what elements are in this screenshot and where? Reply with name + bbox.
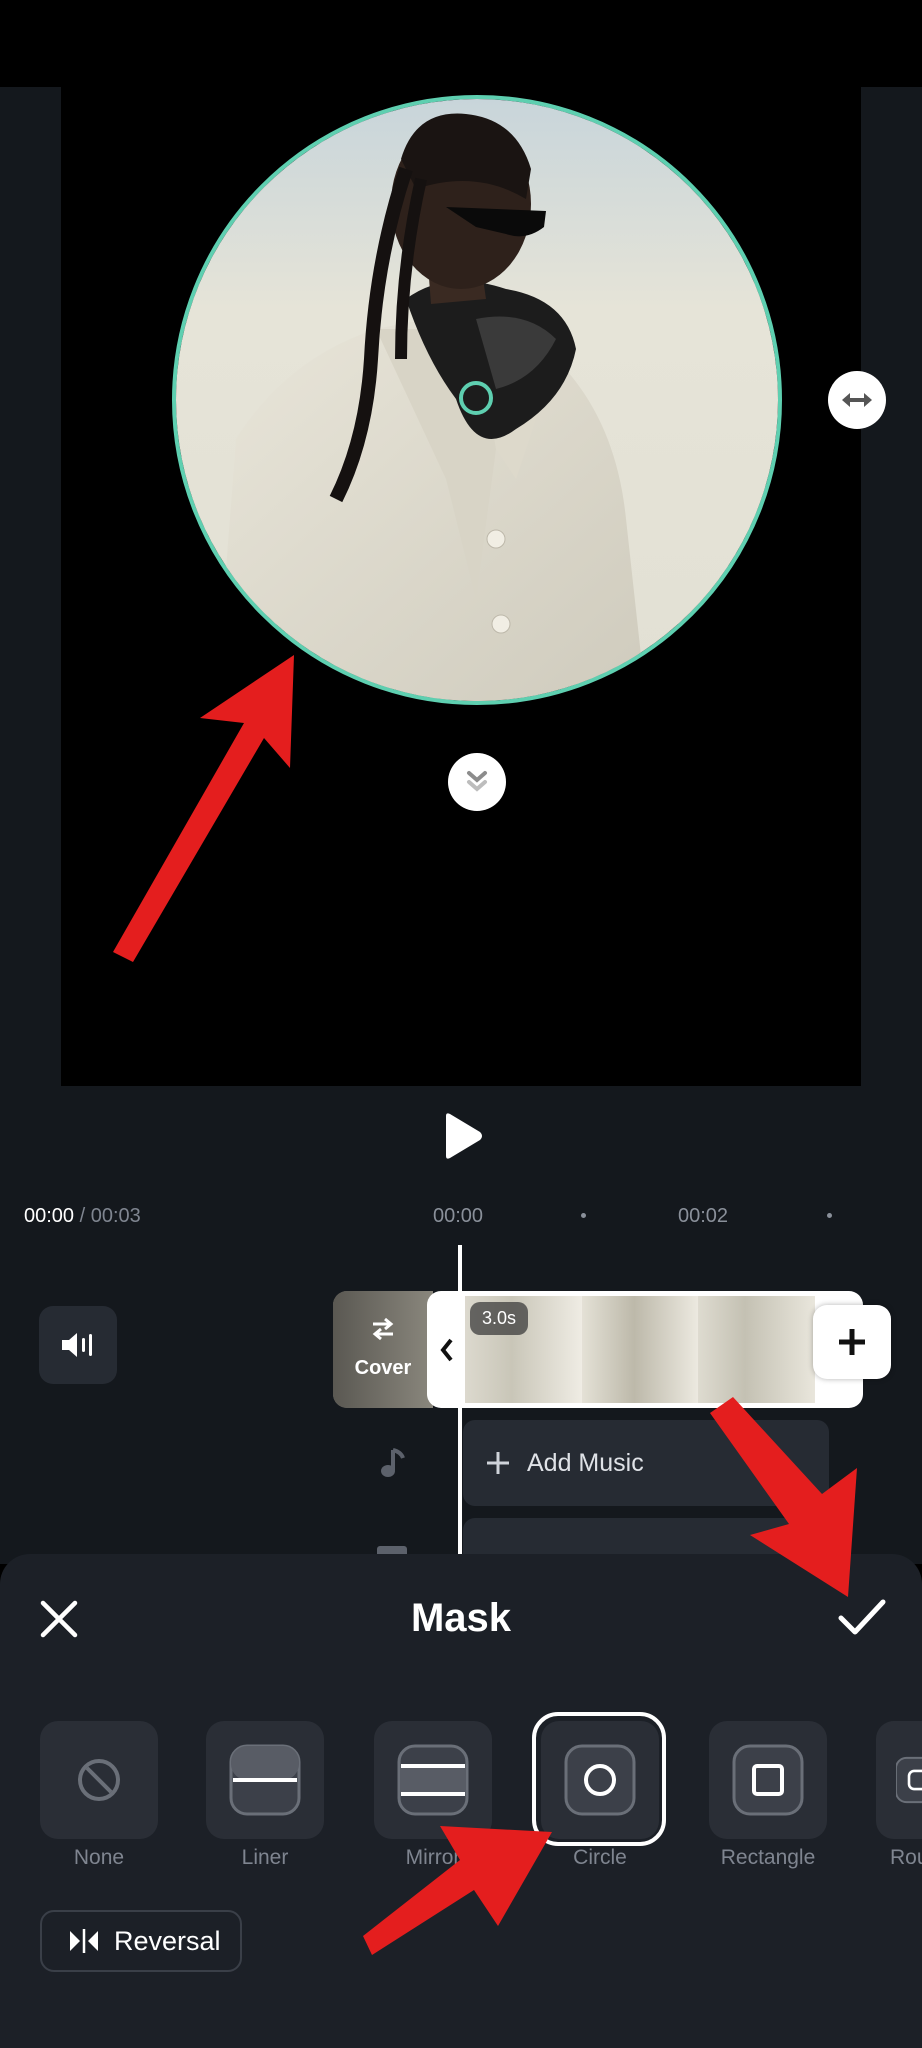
annotation-arrows: [113, 655, 857, 1955]
annotation-arrow: [710, 1397, 857, 1597]
annotation-arrow: [363, 1826, 552, 1955]
annotation-arrow: [113, 655, 294, 962]
